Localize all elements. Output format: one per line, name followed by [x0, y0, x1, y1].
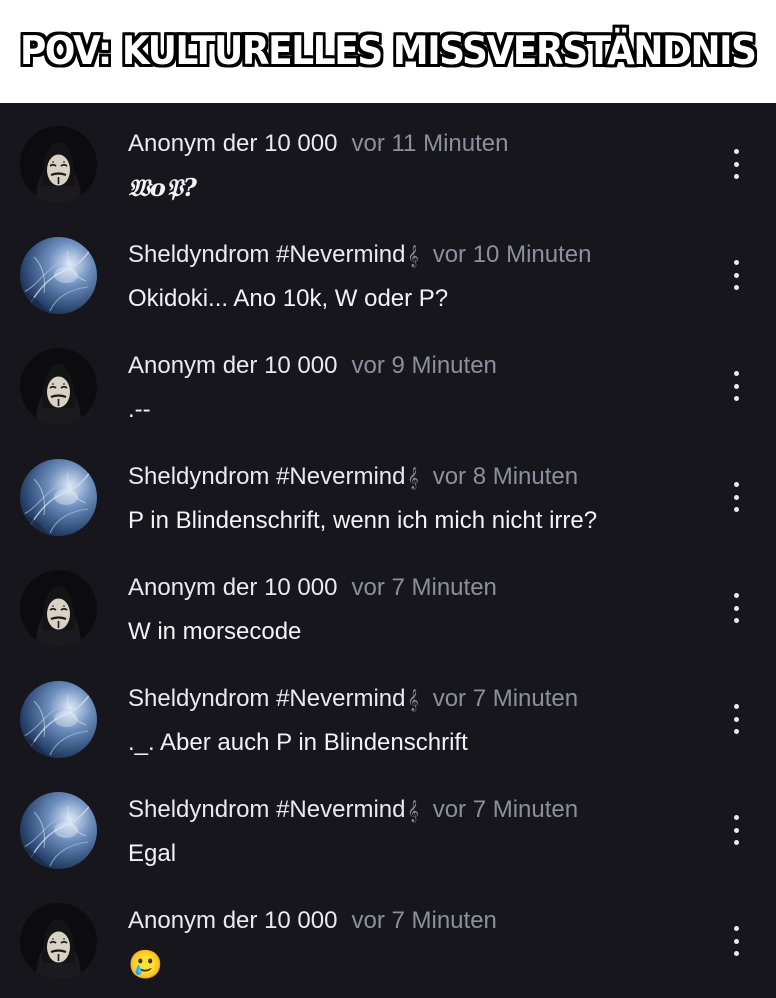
more-options-icon[interactable] [724, 593, 748, 623]
comment-thread: Anonym der 10 000 vor 11 Minuten 𝔚o𝔓? She… [0, 103, 776, 998]
blue-fantasy-avatar[interactable] [20, 792, 97, 869]
more-options-icon[interactable] [724, 815, 748, 845]
comment-text: ._. Aber auch P in Blindenschrift [128, 729, 468, 756]
comment-time: vor 11 Minuten [351, 130, 509, 157]
comment-time: vor 8 Minuten [432, 463, 579, 490]
comment-text: Okidoki... Ano 10k, W oder P? [128, 285, 449, 312]
comment: Sheldyndrom #Nevermind 𝄞 vor 10 Minuten Ok… [0, 214, 776, 325]
comment: Anonym der 10 000 vor 9 Minuten .-- [0, 325, 776, 436]
comment-author[interactable]: Anonym der 10 000 [128, 907, 337, 934]
comment-meta: Sheldyndrom #Nevermind 𝄞 vor 10 Minuten [128, 240, 591, 272]
comment: Anonym der 10 000 vor 7 Minuten W in mors… [0, 547, 776, 658]
treble-clef-icon: 𝄞 [407, 468, 419, 489]
comment-meta: Anonym der 10 000 vor 11 Minuten [128, 129, 508, 159]
comment-meta: Sheldyndrom #Nevermind 𝄞 vor 8 Minuten [128, 462, 578, 494]
comment-time: vor 7 Minuten [351, 574, 497, 601]
comment-meta: Anonym der 10 000 vor 9 Minuten [128, 351, 497, 381]
comment: Sheldyndrom #Nevermind 𝄞 vor 7 Minuten ._.… [0, 658, 776, 769]
comment-author[interactable]: Sheldyndrom #Nevermind [128, 796, 405, 823]
comment-author[interactable]: Sheldyndrom #Nevermind [128, 241, 405, 268]
comment-meta: Sheldyndrom #Nevermind 𝄞 vor 7 Minuten [128, 684, 578, 716]
more-options-icon[interactable] [724, 926, 748, 956]
meme-caption-bar: POV: KULTURELLES MISSVERSTÄNDNIS [0, 0, 776, 103]
treble-clef-icon: 𝄞 [407, 246, 419, 267]
blue-fantasy-avatar[interactable] [20, 681, 97, 758]
anonymous-mask-avatar[interactable] [20, 903, 97, 980]
more-options-icon[interactable] [724, 149, 748, 179]
comment-author[interactable]: Anonym der 10 000 [128, 352, 337, 379]
blue-fantasy-avatar[interactable] [20, 459, 97, 536]
anonymous-mask-avatar[interactable] [20, 126, 97, 203]
comment-time: vor 10 Minuten [432, 241, 592, 268]
comment-text: .-- [128, 396, 151, 423]
more-options-icon[interactable] [724, 704, 748, 734]
blue-fantasy-avatar[interactable] [20, 237, 97, 314]
comment-text: 🥲 [128, 949, 163, 980]
comment: Anonym der 10 000 vor 7 Minuten 🥲 [0, 880, 776, 991]
comment: Anonym der 10 000 vor 11 Minuten 𝔚o𝔓? [0, 103, 776, 214]
comment-meta: Sheldyndrom #Nevermind 𝄞 vor 7 Minuten [128, 795, 578, 827]
comment-text: P in Blindenschrift, wenn ich mich nicht… [128, 507, 598, 534]
comment-author[interactable]: Sheldyndrom #Nevermind [128, 463, 405, 490]
comment-meta: Anonym der 10 000 vor 7 Minuten [128, 573, 497, 603]
comment-author[interactable]: Sheldyndrom #Nevermind [128, 685, 405, 712]
comment-author[interactable]: Anonym der 10 000 [128, 574, 337, 601]
comment-time: vor 7 Minuten [432, 796, 579, 823]
treble-clef-icon: 𝄞 [407, 801, 419, 822]
comment: Sheldyndrom #Nevermind 𝄞 vor 7 Minuten Ega… [0, 769, 776, 880]
comment-time: vor 9 Minuten [351, 352, 497, 379]
comment-author[interactable]: Anonym der 10 000 [128, 130, 337, 157]
comment-meta: Anonym der 10 000 vor 7 Minuten [128, 906, 497, 936]
treble-clef-icon: 𝄞 [407, 690, 419, 711]
more-options-icon[interactable] [724, 482, 748, 512]
meme-caption: POV: KULTURELLES MISSVERSTÄNDNIS [20, 29, 757, 74]
comment-text: W in morsecode [128, 618, 302, 645]
comment-time: vor 7 Minuten [432, 685, 579, 712]
comment-text: Egal [128, 840, 177, 867]
more-options-icon[interactable] [724, 371, 748, 401]
comment: Sheldyndrom #Nevermind 𝄞 vor 8 Minuten P i… [0, 436, 776, 547]
comment-text: 𝔚o𝔓? [128, 173, 197, 202]
anonymous-mask-avatar[interactable] [20, 570, 97, 647]
comment-time: vor 7 Minuten [351, 907, 497, 934]
more-options-icon[interactable] [724, 260, 748, 290]
anonymous-mask-avatar[interactable] [20, 348, 97, 425]
